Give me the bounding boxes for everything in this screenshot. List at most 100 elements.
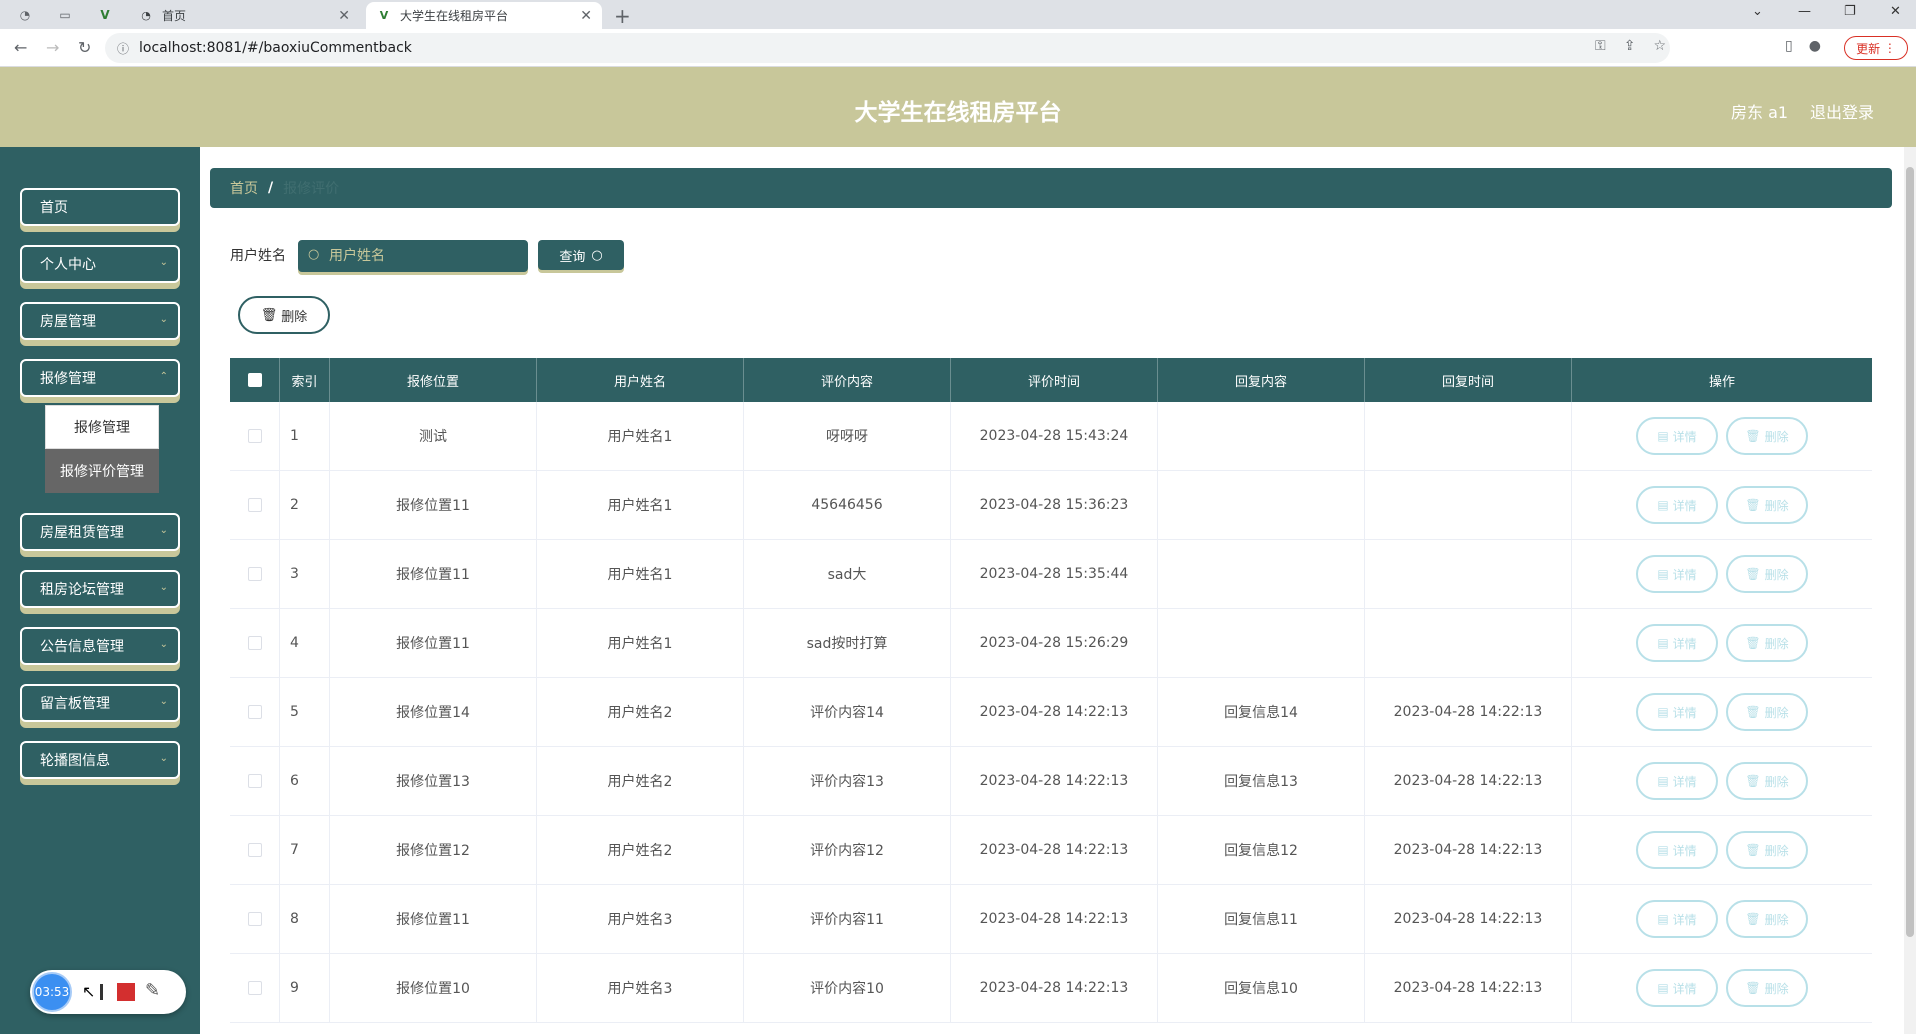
row-delete-button[interactable]: 🗑 删除 bbox=[1726, 486, 1808, 524]
pen-icon[interactable]: ✎ bbox=[145, 980, 160, 1001]
stop-recording-icon[interactable] bbox=[117, 983, 135, 1001]
cell-location: 报修位置11 bbox=[330, 540, 537, 608]
sidebar-item-message-board[interactable]: 留言板管理 ⌄ bbox=[20, 684, 180, 722]
sidepanel-icon[interactable]: ▯ bbox=[1785, 38, 1793, 54]
tab-search-icon[interactable]: ⌄ bbox=[1752, 4, 1763, 19]
row-checkbox[interactable] bbox=[247, 567, 262, 581]
scrollbar-thumb[interactable] bbox=[1906, 167, 1914, 937]
table-row: 6 报修位置13 用户姓名2 评价内容13 2023-04-28 14:22:13 回复信… bbox=[230, 747, 1872, 816]
pause-icon[interactable] bbox=[100, 984, 103, 1000]
detail-button[interactable]: ▤ 详情 bbox=[1636, 417, 1718, 455]
chevron-down-icon: ⌄ bbox=[159, 257, 168, 268]
row-checkbox[interactable] bbox=[247, 912, 262, 926]
url-field[interactable]: ⓘ localhost:8081/#/baoxiuCommentback bbox=[105, 33, 1670, 63]
sidebar-item-carousel[interactable]: 轮播图信息 ⌄ bbox=[20, 741, 180, 779]
share-icon[interactable]: ⇪ bbox=[1624, 38, 1636, 54]
forward-icon[interactable]: → bbox=[46, 38, 59, 57]
select-all-checkbox[interactable] bbox=[247, 373, 262, 387]
page-scrollbar[interactable] bbox=[1904, 147, 1916, 1034]
sidebar-item-forum-management[interactable]: 租房论坛管理 ⌄ bbox=[20, 570, 180, 608]
pinned-tab-blank-icon[interactable]: ▭ bbox=[48, 4, 82, 26]
row-delete-button[interactable]: 🗑 删除 bbox=[1726, 831, 1808, 869]
sidebar-item-label: 报修管理 bbox=[40, 371, 96, 387]
close-tab-icon[interactable]: ✕ bbox=[338, 8, 350, 24]
query-button-label: 查询 bbox=[559, 249, 586, 265]
sidebar-item-notice-management[interactable]: 公告信息管理 ⌄ bbox=[20, 627, 180, 665]
sidebar-item-rental-management[interactable]: 房屋租赁管理 ⌄ bbox=[20, 513, 180, 551]
cell-reply-time: 2023-04-28 14:22:13 bbox=[1365, 816, 1572, 884]
detail-button[interactable]: ▤ 详情 bbox=[1636, 969, 1718, 1007]
reload-icon[interactable]: ↻ bbox=[78, 38, 91, 57]
restore-icon[interactable]: ❐ bbox=[1844, 4, 1856, 19]
update-button[interactable]: 更新 ⋮ bbox=[1844, 36, 1908, 60]
recording-timer[interactable]: 03:53 bbox=[32, 972, 72, 1012]
pinned-tab-vue-icon[interactable]: V bbox=[88, 4, 122, 26]
cell-reply-time bbox=[1365, 540, 1572, 608]
delete-label: 删除 bbox=[1764, 567, 1789, 582]
row-delete-button[interactable]: 🗑 删除 bbox=[1726, 555, 1808, 593]
bookmark-star-icon[interactable]: ☆ bbox=[1653, 38, 1666, 54]
col-header-actions: 操作 bbox=[1708, 374, 1735, 390]
search-label: 用户姓名 bbox=[230, 248, 286, 264]
cell-time: 2023-04-28 15:35:44 bbox=[951, 540, 1158, 608]
row-delete-button[interactable]: 🗑 删除 bbox=[1726, 762, 1808, 800]
row-checkbox[interactable] bbox=[247, 981, 262, 995]
search-input[interactable] bbox=[298, 240, 528, 272]
sidebar-item-house-management[interactable]: 房屋管理 ⌄ bbox=[20, 302, 180, 340]
cell-actions: ▤ 详情 🗑 删除 bbox=[1572, 609, 1872, 677]
breadcrumb: 首页 / 报修评价 bbox=[210, 168, 1892, 208]
row-delete-button[interactable]: 🗑 删除 bbox=[1726, 624, 1808, 662]
browser-tab-bar: ◔ ▭ V ◔ 首页 ✕ V 大学生在线租房平台 ✕ + ⌄ — ❐ ✕ bbox=[0, 0, 1916, 29]
row-delete-button[interactable]: 🗑 删除 bbox=[1726, 969, 1808, 1007]
key-icon[interactable]: ⚿ bbox=[1595, 38, 1606, 54]
submenu-item-repair[interactable]: 报修管理 bbox=[45, 405, 159, 449]
profile-icon[interactable]: ● bbox=[1809, 38, 1821, 54]
detail-button[interactable]: ▤ 详情 bbox=[1636, 693, 1718, 731]
select-all-cell bbox=[230, 358, 280, 402]
bulk-delete-button[interactable]: 🗑 删除 bbox=[238, 296, 330, 334]
site-info-icon[interactable]: ⓘ bbox=[117, 40, 129, 57]
close-tab-icon[interactable]: ✕ bbox=[580, 8, 592, 24]
row-delete-button[interactable]: 🗑 删除 bbox=[1726, 417, 1808, 455]
query-button[interactable]: 查询 ○ bbox=[538, 240, 624, 270]
sidebar-item-repair-management[interactable]: 报修管理 ⌃ bbox=[20, 359, 180, 397]
document-icon: ▤ bbox=[1657, 912, 1669, 926]
browser-tab-active[interactable]: V 大学生在线租房平台 ✕ bbox=[366, 2, 602, 29]
window-close-icon[interactable]: ✕ bbox=[1890, 4, 1901, 19]
sidebar-item-label: 房屋租赁管理 bbox=[40, 525, 124, 541]
submenu-item-repair-review[interactable]: 报修评价管理 bbox=[45, 449, 159, 493]
sidebar-item-personal-center[interactable]: 个人中心 ⌄ bbox=[20, 245, 180, 283]
select-cell bbox=[230, 402, 280, 470]
row-checkbox[interactable] bbox=[247, 429, 262, 443]
row-checkbox[interactable] bbox=[247, 498, 262, 512]
row-delete-button[interactable]: 🗑 删除 bbox=[1726, 900, 1808, 938]
detail-button[interactable]: ▤ 详情 bbox=[1636, 624, 1718, 662]
sidebar-item-home[interactable]: 首页 bbox=[20, 188, 180, 226]
cell-reply-time: 2023-04-28 14:22:13 bbox=[1365, 885, 1572, 953]
detail-button[interactable]: ▤ 详情 bbox=[1636, 762, 1718, 800]
minimize-icon[interactable]: — bbox=[1798, 4, 1811, 19]
breadcrumb-home[interactable]: 首页 bbox=[230, 178, 258, 198]
back-icon[interactable]: ← bbox=[14, 38, 27, 57]
new-tab-icon[interactable]: + bbox=[614, 4, 631, 28]
detail-button[interactable]: ▤ 详情 bbox=[1636, 486, 1718, 524]
trash-icon: 🗑 bbox=[1745, 636, 1761, 650]
document-icon: ▤ bbox=[1657, 429, 1669, 443]
row-delete-button[interactable]: 🗑 删除 bbox=[1726, 693, 1808, 731]
row-checkbox[interactable] bbox=[247, 843, 262, 857]
row-checkbox[interactable] bbox=[247, 636, 262, 650]
pinned-tab-icon[interactable]: ◔ bbox=[8, 4, 42, 26]
row-checkbox[interactable] bbox=[247, 774, 262, 788]
row-checkbox[interactable] bbox=[247, 705, 262, 719]
detail-button[interactable]: ▤ 详情 bbox=[1636, 555, 1718, 593]
logout-link[interactable]: 退出登录 bbox=[1810, 99, 1874, 123]
select-cell bbox=[230, 540, 280, 608]
cell-actions: ▤ 详情 🗑 删除 bbox=[1572, 816, 1872, 884]
detail-button[interactable]: ▤ 详情 bbox=[1636, 900, 1718, 938]
cell-index: 1 bbox=[280, 402, 330, 470]
browser-tab-home[interactable]: ◔ 首页 ✕ bbox=[128, 2, 360, 29]
trash-icon: 🗑 bbox=[1745, 981, 1761, 995]
detail-button[interactable]: ▤ 详情 bbox=[1636, 831, 1718, 869]
cell-user: 用户姓名1 bbox=[537, 471, 744, 539]
trash-icon: 🗑 bbox=[1745, 498, 1761, 512]
